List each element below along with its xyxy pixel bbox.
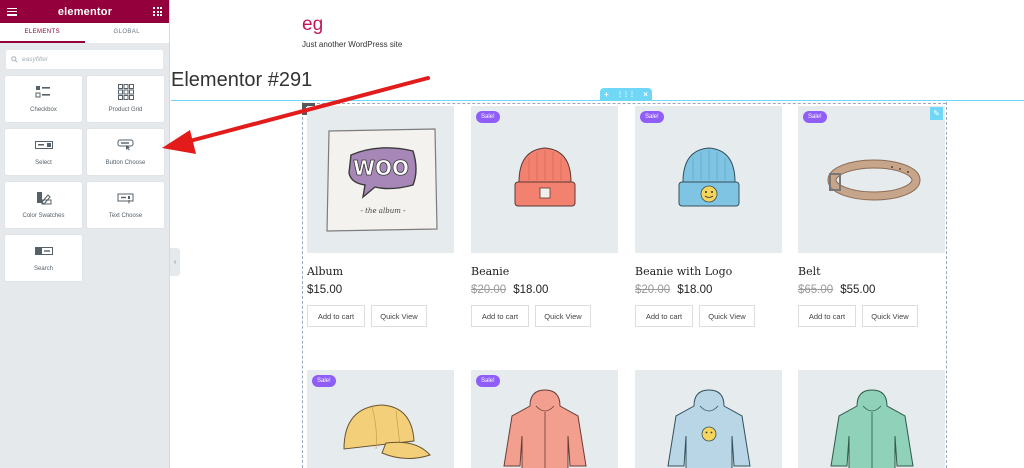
site-tagline: Just another WordPress site — [302, 40, 403, 49]
product-card: Sale! Beanie $20.00 $18.00 Add to cart Qu… — [471, 106, 618, 327]
quick-view-button[interactable]: Quick View — [699, 305, 755, 327]
price-sale: $18.00 — [513, 284, 549, 296]
add-to-cart-button[interactable]: Add to cart — [307, 305, 365, 327]
sidebar-header: elementor — [0, 0, 169, 23]
quick-view-button[interactable]: Quick View — [371, 305, 427, 327]
product-card: WOO - the album - Album $15.00 Add to ca… — [307, 106, 454, 327]
widget-checkbox[interactable]: Checkbox — [5, 76, 82, 122]
select-dropdown-icon — [33, 137, 55, 153]
add-section-icon[interactable]: + — [604, 90, 609, 99]
svg-text:WOO: WOO — [352, 156, 408, 180]
yellow-cap-image[interactable]: Sale! — [307, 370, 454, 468]
product-name[interactable]: Album — [307, 265, 454, 278]
add-to-cart-button[interactable]: Add to cart — [635, 305, 693, 327]
add-to-cart-button[interactable]: Add to cart — [798, 305, 856, 327]
tab-elements[interactable]: ELEMENTS — [0, 23, 85, 43]
section-outline — [171, 100, 1024, 101]
price-current: $15.00 — [307, 284, 343, 296]
widget-search[interactable]: Search — [5, 235, 82, 281]
blue-hoodie-image[interactable] — [635, 370, 782, 468]
search-widget-icon — [33, 243, 55, 259]
sale-badge: Sale! — [640, 111, 664, 123]
search-input[interactable] — [22, 56, 142, 63]
price-sale: $55.00 — [840, 284, 876, 296]
sale-badge: Sale! — [476, 375, 500, 387]
price-regular: $20.00 — [471, 284, 507, 296]
checkbox-list-icon — [33, 84, 55, 100]
product-name[interactable]: Beanie with Logo — [635, 265, 782, 278]
product-card: Sale! Belt $65.00 $55.00 Add to cart Quic… — [798, 106, 945, 327]
product-price: $15.00 — [307, 284, 454, 296]
product-card: Sale! — [307, 370, 454, 468]
widget-color-swatches[interactable]: Color Swatches — [5, 182, 82, 228]
blue-beanie-image[interactable]: Sale! — [635, 106, 782, 253]
sale-badge: Sale! — [476, 111, 500, 123]
product-price: $20.00 $18.00 — [635, 284, 782, 296]
product-name[interactable]: Belt — [798, 265, 945, 278]
delete-section-icon[interactable]: × — [643, 90, 648, 99]
quick-view-button[interactable]: Quick View — [862, 305, 918, 327]
price-sale: $18.00 — [677, 284, 713, 296]
woo-album-image[interactable]: WOO - the album - — [307, 106, 454, 253]
widget-label: Button Choose — [105, 160, 146, 166]
column-outline-right — [946, 102, 947, 468]
brand-logo: elementor — [57, 5, 113, 18]
sale-badge: Sale! — [803, 111, 827, 123]
widgets-grid-icon[interactable] — [153, 7, 162, 16]
product-price: $65.00 $55.00 — [798, 284, 945, 296]
product-card: Sale! Beanie with Logo $20.00 $18.00 Add … — [635, 106, 782, 327]
brown-belt-image[interactable]: Sale! — [798, 106, 945, 253]
widget-button-choose[interactable]: Button Choose — [87, 129, 164, 175]
sidebar-tabs: ELEMENTS GLOBAL — [0, 23, 169, 43]
product-price: $20.00 $18.00 — [471, 284, 618, 296]
product-card: Sale! — [471, 370, 618, 468]
elementor-sidebar: elementor ELEMENTS GLOBAL Checkbox — [0, 0, 170, 468]
product-card — [635, 370, 782, 468]
text-choose-icon — [115, 190, 137, 206]
pink-hoodie-image[interactable]: Sale! — [471, 370, 618, 468]
button-choose-icon — [115, 137, 137, 153]
search-icon — [11, 56, 18, 63]
color-swatches-icon — [33, 190, 55, 206]
widget-label: Color Swatches — [22, 213, 65, 219]
widget-label: Product Grid — [108, 107, 143, 113]
product-grid-icon — [115, 84, 137, 100]
sale-badge: Sale! — [312, 375, 336, 387]
price-regular: $65.00 — [798, 284, 834, 296]
widget-label: Select — [35, 160, 52, 166]
edit-widget-icon[interactable]: ✎ — [930, 107, 943, 120]
widget-label: Search — [33, 266, 53, 272]
widget-label: Checkbox — [30, 107, 57, 113]
product-name[interactable]: Beanie — [471, 265, 618, 278]
site-title[interactable]: eg — [302, 14, 323, 36]
widget-text-choose[interactable]: Text Choose — [87, 182, 164, 228]
move-section-icon[interactable]: ⋮⋮⋮ — [617, 91, 635, 98]
widget-search — [6, 50, 163, 69]
column-outline-left — [302, 102, 303, 468]
widget-label: Text Choose — [108, 213, 143, 219]
svg-text:- the album -: - the album - — [360, 207, 406, 215]
price-regular: $20.00 — [635, 284, 671, 296]
product-card — [798, 370, 945, 468]
tab-global[interactable]: GLOBAL — [85, 23, 170, 43]
menu-icon[interactable] — [7, 7, 17, 16]
widget-product-grid[interactable]: Product Grid — [87, 76, 164, 122]
collapse-sidebar-button[interactable]: ‹ — [170, 248, 180, 276]
widget-select[interactable]: Select — [5, 129, 82, 175]
orange-beanie-image[interactable]: Sale! — [471, 106, 618, 253]
section-handle: + ⋮⋮⋮ × — [600, 88, 652, 100]
add-to-cart-button[interactable]: Add to cart — [471, 305, 529, 327]
page-title: Elementor #291 — [171, 69, 313, 91]
green-hoodie-image[interactable] — [798, 370, 945, 468]
quick-view-button[interactable]: Quick View — [535, 305, 591, 327]
column-outline-top — [302, 103, 946, 104]
